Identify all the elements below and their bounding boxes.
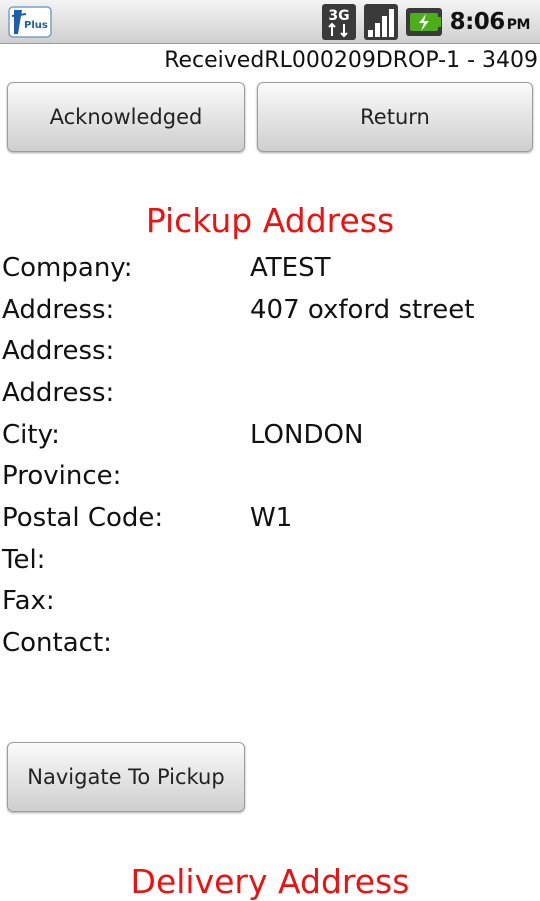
field-address-2: Address:: [2, 330, 538, 372]
field-address-1: Address: 407 oxford street: [2, 289, 538, 331]
field-label: Contact:: [2, 628, 112, 659]
clock: 8:06 PM: [449, 9, 531, 35]
app-logo-icon: Plus: [8, 6, 52, 38]
field-city: City: LONDON: [2, 414, 538, 456]
field-tel: Tel:: [2, 539, 538, 581]
pickup-address-title: Pickup Address: [145, 201, 395, 240]
field-value: 407 oxford street: [250, 294, 475, 325]
field-province: Province:: [2, 455, 538, 497]
field-label: Address:: [2, 377, 115, 408]
battery-charging-icon: [405, 8, 442, 36]
field-label: Province:: [2, 461, 122, 492]
field-value: LONDON: [250, 419, 364, 450]
order-status: Received: [164, 48, 265, 73]
field-postal-code: Postal Code: W1: [2, 497, 538, 539]
field-label: Company:: [2, 252, 133, 283]
field-value: ATEST: [250, 252, 331, 283]
order-id: RL000209DROP-1 - 3409: [264, 48, 538, 73]
field-label: Address:: [2, 294, 115, 325]
field-company: Company: ATEST: [2, 247, 538, 289]
app-logo-text: Plus: [24, 20, 48, 31]
field-contact: Contact:: [2, 622, 538, 664]
return-button-label: Return: [360, 105, 430, 129]
field-label: City:: [2, 419, 60, 450]
field-label: Address:: [2, 336, 115, 367]
delivery-address-title: Delivery Address: [130, 862, 410, 901]
field-label: Fax:: [2, 586, 55, 617]
field-label: Tel:: [2, 544, 46, 575]
clock-time: 8:06: [449, 9, 506, 35]
navigate-to-pickup-label: Navigate To Pickup: [27, 765, 225, 789]
pickup-address-fields: Company: ATEST Address: 407 oxford stree…: [2, 247, 538, 664]
clock-ampm: PM: [506, 17, 531, 33]
status-icons: 3G 8:06 PM: [321, 4, 531, 40]
field-address-3: Address:: [2, 372, 538, 414]
navigate-to-pickup-button[interactable]: Navigate To Pickup: [7, 742, 245, 812]
return-button[interactable]: Return: [257, 82, 533, 152]
acknowledged-button[interactable]: Acknowledged: [7, 82, 245, 152]
signal-strength-icon: [363, 4, 398, 40]
field-value: W1: [250, 502, 293, 533]
acknowledged-button-label: Acknowledged: [49, 105, 203, 129]
network-type-label: 3G: [328, 8, 349, 24]
network-3g-icon: 3G: [321, 4, 356, 40]
field-label: Postal Code:: [2, 502, 164, 533]
order-header: ReceivedRL000209DROP-1 - 3409: [164, 48, 538, 73]
status-bar: Plus 3G 8:06 PM: [0, 0, 540, 44]
field-fax: Fax:: [2, 581, 538, 623]
